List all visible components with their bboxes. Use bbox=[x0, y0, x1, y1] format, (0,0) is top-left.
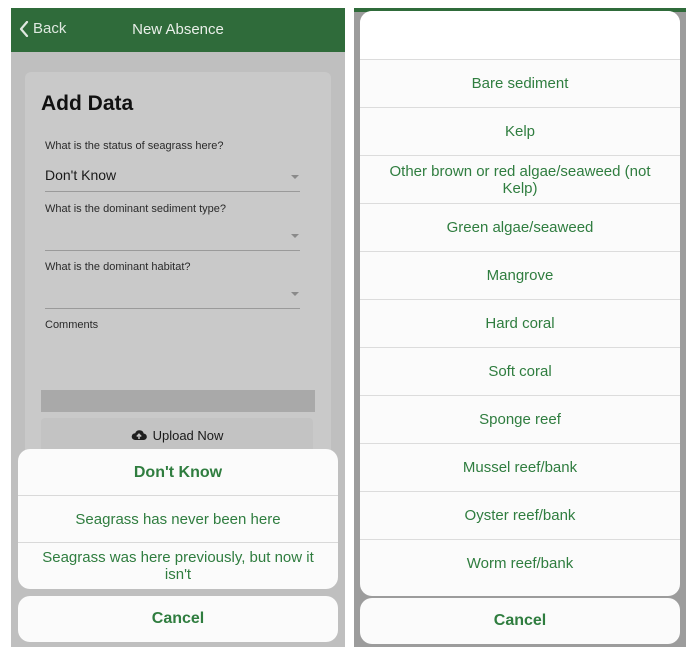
habitat-option[interactable]: Sponge reef bbox=[360, 395, 680, 443]
status-dropdown-icon[interactable] bbox=[291, 175, 299, 179]
habitat-option[interactable]: Soft coral bbox=[360, 347, 680, 395]
sediment-question-label: What is the dominant sediment type? bbox=[45, 203, 226, 215]
habitat-option[interactable]: Oyster reef/bank bbox=[360, 491, 680, 539]
status-question-label: What is the status of seagrass here? bbox=[45, 140, 224, 152]
habitat-select[interactable] bbox=[45, 308, 300, 309]
habitat-option[interactable]: Bare sediment bbox=[360, 59, 680, 107]
habitat-option[interactable]: Hard coral bbox=[360, 299, 680, 347]
status-select-value[interactable]: Don't Know bbox=[45, 167, 116, 183]
sediment-select[interactable] bbox=[45, 250, 300, 251]
status-underline bbox=[45, 191, 300, 192]
habitat-option[interactable]: Mussel reef/bank bbox=[360, 443, 680, 491]
status-action-sheet: Don't Know Seagrass has never been here … bbox=[18, 449, 338, 589]
sheet-option-previously-here[interactable]: Seagrass was here previously, but now it… bbox=[18, 543, 338, 589]
habitat-option[interactable]: Green algae/seaweed bbox=[360, 203, 680, 251]
comments-input-bar[interactable] bbox=[41, 390, 315, 412]
nav-bar: Back New Absence bbox=[11, 8, 345, 52]
habitat-question-label: What is the dominant habitat? bbox=[45, 261, 191, 273]
left-screen: Back New Absence Add Data What is the st… bbox=[11, 8, 345, 647]
sediment-dropdown-icon[interactable] bbox=[291, 234, 299, 238]
sheet-option-never-here[interactable]: Seagrass has never been here bbox=[18, 496, 338, 542]
picker-header bbox=[360, 11, 680, 59]
cancel-button[interactable]: Cancel bbox=[18, 596, 338, 642]
comments-label: Comments bbox=[45, 319, 99, 331]
upload-now-label: Upload Now bbox=[152, 428, 224, 443]
cloud-upload-icon bbox=[131, 430, 147, 441]
cancel-button[interactable]: Cancel bbox=[360, 598, 680, 644]
habitat-option[interactable]: Kelp bbox=[360, 107, 680, 155]
sheet-option-dont-know[interactable]: Don't Know bbox=[18, 449, 338, 495]
page-title: New Absence bbox=[132, 21, 224, 38]
habitat-option[interactable]: Other brown or red algae/seaweed (not Ke… bbox=[360, 155, 680, 203]
habitat-picker-list: Bare sediment Kelp Other brown or red al… bbox=[360, 11, 680, 596]
form-title: Add Data bbox=[41, 92, 134, 115]
habitat-dropdown-icon[interactable] bbox=[291, 292, 299, 296]
habitat-option[interactable]: Mangrove bbox=[360, 251, 680, 299]
right-screen: Bare sediment Kelp Other brown or red al… bbox=[354, 8, 686, 647]
habitat-option[interactable]: Worm reef/bank bbox=[360, 539, 680, 587]
